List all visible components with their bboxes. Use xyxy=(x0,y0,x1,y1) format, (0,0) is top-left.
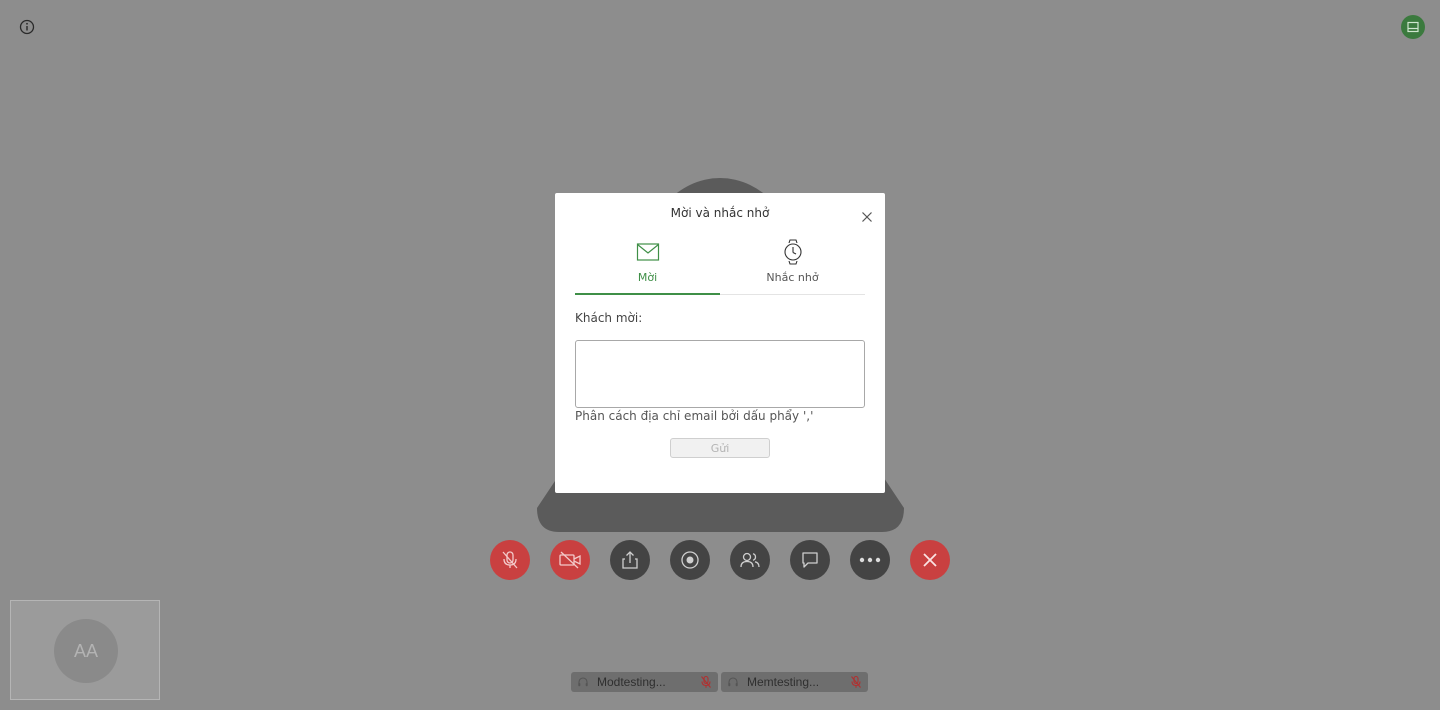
headset-icon xyxy=(728,677,738,687)
tab-invite[interactable]: Mời xyxy=(575,233,720,295)
more-icon xyxy=(859,557,881,563)
end-call-button[interactable] xyxy=(910,540,950,580)
participants-icon xyxy=(740,552,760,568)
guests-email-input[interactable] xyxy=(575,340,865,408)
participant-chip[interactable]: Modtesting... xyxy=(571,672,718,692)
end-call-icon xyxy=(923,553,937,567)
email-separator-hint: Phân cách địa chỉ email bởi dấu phẩy ',' xyxy=(575,409,814,423)
watch-icon xyxy=(783,239,802,265)
tab-remind[interactable]: Nhắc nhở xyxy=(720,233,865,294)
envelope-icon xyxy=(636,239,660,265)
close-icon[interactable] xyxy=(861,208,873,222)
participant-name: Memtesting... xyxy=(747,675,820,689)
tab-remind-label: Nhắc nhở xyxy=(766,271,819,284)
camera-off-icon xyxy=(559,551,581,569)
share-screen-icon xyxy=(622,551,638,569)
info-icon[interactable] xyxy=(19,19,35,35)
self-view-tile: AA xyxy=(10,600,160,700)
more-options-button[interactable] xyxy=(850,540,890,580)
call-toolbar xyxy=(490,540,950,580)
participants-button[interactable] xyxy=(730,540,770,580)
headset-icon xyxy=(578,677,588,687)
mute-mic-button[interactable] xyxy=(490,540,530,580)
record-button[interactable] xyxy=(670,540,710,580)
participant-name: Modtesting... xyxy=(597,675,666,689)
record-icon xyxy=(681,551,699,569)
layout-icon xyxy=(1407,21,1419,33)
layout-toggle-button[interactable] xyxy=(1401,15,1425,39)
mic-muted-icon xyxy=(701,675,711,688)
camera-toggle-button[interactable] xyxy=(550,540,590,580)
dialog-title: Mời và nhắc nhở xyxy=(670,206,770,220)
chat-button[interactable] xyxy=(790,540,830,580)
tab-invite-label: Mời xyxy=(637,271,658,284)
participant-list: Modtesting... Memtesting... xyxy=(571,672,868,692)
mic-muted-icon xyxy=(502,551,518,569)
invite-remind-dialog: Mời và nhắc nhở Mời Nhắc nhở Khách mời: … xyxy=(555,193,885,493)
share-screen-button[interactable] xyxy=(610,540,650,580)
chat-icon xyxy=(802,552,818,568)
send-button[interactable]: Gửi xyxy=(670,438,770,458)
mic-muted-icon xyxy=(851,675,861,688)
dialog-tabs: Mời Nhắc nhở xyxy=(575,233,865,295)
guests-label: Khách mời: xyxy=(575,311,643,325)
participant-chip[interactable]: Memtesting... xyxy=(721,672,868,692)
avatar: AA xyxy=(54,619,118,683)
